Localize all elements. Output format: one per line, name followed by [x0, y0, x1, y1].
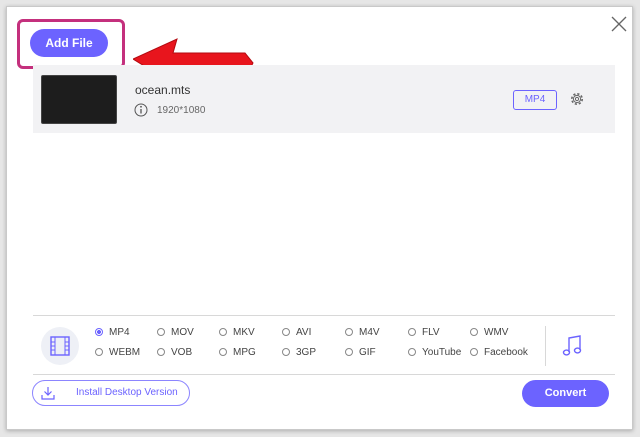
radio-selected [95, 328, 103, 336]
radio [219, 348, 227, 356]
format-option-mkv[interactable]: MKV [219, 326, 255, 340]
converter-window: Add File ocean.mts 1920*1080 MP4 MP4 MOV… [6, 6, 633, 430]
output-format-badge[interactable]: MP4 [513, 90, 557, 110]
radio [282, 348, 290, 356]
format-option-gif[interactable]: GIF [345, 346, 376, 360]
radio [470, 328, 478, 336]
install-label: Install Desktop Version [76, 387, 178, 398]
file-resolution: 1920*1080 [157, 105, 206, 116]
gear-icon[interactable] [569, 91, 585, 107]
radio [157, 328, 165, 336]
format-option-mov[interactable]: MOV [157, 326, 194, 340]
format-option-mpg[interactable]: MPG [219, 346, 256, 360]
radio [95, 348, 103, 356]
format-panel-divider [545, 326, 546, 366]
format-option-flv[interactable]: FLV [408, 326, 440, 340]
film-icon [50, 336, 70, 356]
radio [408, 328, 416, 336]
download-icon [41, 387, 55, 400]
format-option-3gp[interactable]: 3GP [282, 346, 316, 360]
format-option-avi[interactable]: AVI [282, 326, 311, 340]
radio [345, 348, 353, 356]
video-thumbnail [41, 75, 117, 124]
format-option-vob[interactable]: VOB [157, 346, 192, 360]
add-file-button[interactable]: Add File [30, 29, 108, 57]
format-option-youtube[interactable]: YouTube [408, 346, 461, 360]
format-option-wmv[interactable]: WMV [470, 326, 508, 340]
format-option-webm[interactable]: WEBM [95, 346, 140, 360]
format-selector-panel: MP4 MOV MKV AVI M4V FLV WMV WEBM VOB MPG… [33, 315, 615, 375]
radio [219, 328, 227, 336]
radio [345, 328, 353, 336]
install-desktop-version-button[interactable]: Install Desktop Version [32, 380, 190, 406]
file-list-row[interactable]: ocean.mts 1920*1080 MP4 [33, 65, 615, 133]
music-note-icon[interactable] [561, 334, 583, 358]
radio [157, 348, 165, 356]
close-icon[interactable] [608, 13, 630, 35]
radio [470, 348, 478, 356]
file-name: ocean.mts [135, 83, 191, 97]
convert-button[interactable]: Convert [522, 380, 609, 407]
radio [282, 328, 290, 336]
info-icon[interactable] [134, 103, 148, 117]
radio [408, 348, 416, 356]
format-option-m4v[interactable]: M4V [345, 326, 380, 340]
format-option-facebook[interactable]: Facebook [470, 346, 528, 360]
video-format-tab[interactable] [41, 327, 79, 365]
format-option-mp4[interactable]: MP4 [95, 326, 130, 340]
